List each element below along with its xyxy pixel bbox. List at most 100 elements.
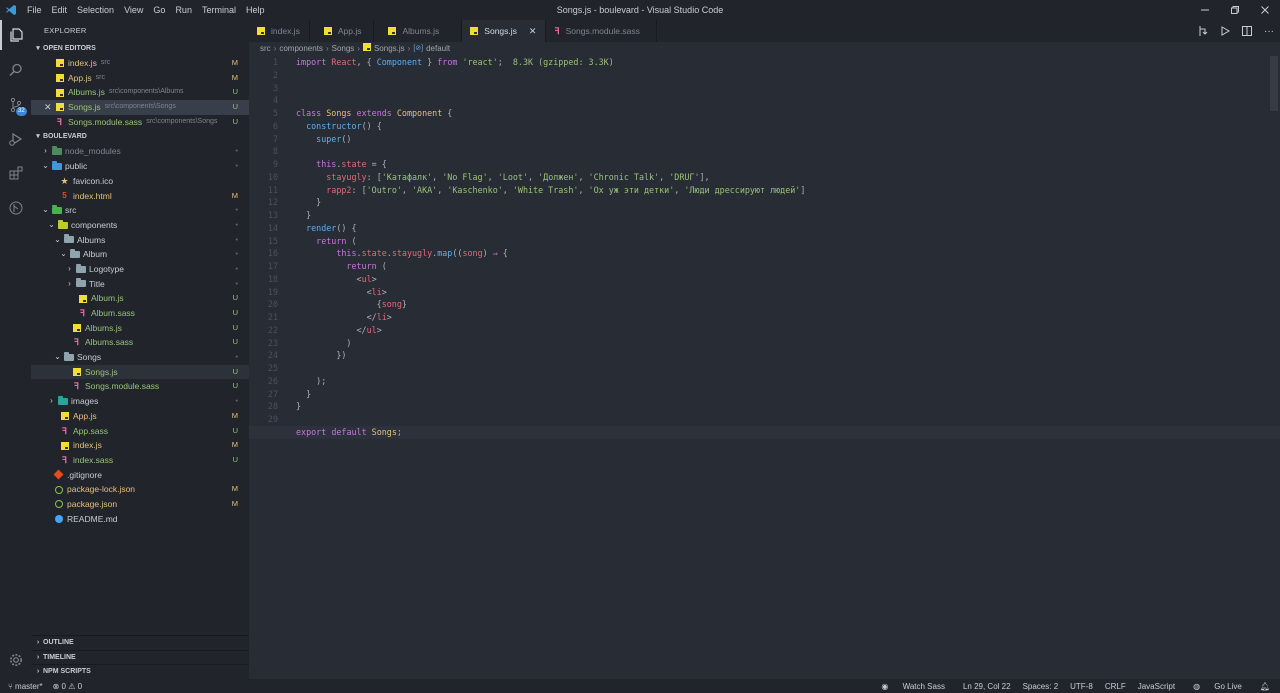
editor-area: index.js App.js Albums.js Songs.js ✕ ꟻ Son… (249, 20, 1280, 679)
code-editor[interactable]: 1 import React, { Component } from 'react… (249, 56, 1280, 439)
minimize-button[interactable] (1190, 0, 1220, 20)
close-window-button[interactable] (1250, 0, 1280, 20)
tab-songs-js[interactable]: Songs.js ✕ (462, 20, 547, 42)
breadcrumb-components[interactable]: components (279, 42, 323, 56)
search-icon[interactable] (0, 55, 31, 85)
tree-folder[interactable]: › Logotype • (31, 262, 249, 277)
tree-file-selected[interactable]: Songs.js U (31, 364, 249, 380)
notifications-bell-icon[interactable]: 🔔︎ (1254, 682, 1280, 691)
tree-folder[interactable]: ⌄ components • (31, 218, 249, 233)
close-icon[interactable]: ✕ (44, 100, 53, 115)
breadcrumb-src[interactable]: src (260, 42, 271, 56)
code-line: return ( (316, 235, 357, 246)
line-number: 16 (267, 248, 278, 259)
run-icon[interactable] (1214, 25, 1236, 37)
tree-folder[interactable]: › Title • (31, 277, 249, 292)
folder-icon (62, 351, 75, 362)
menu-run[interactable]: Run (170, 0, 197, 20)
code-line: {song} (296, 299, 407, 310)
folder-icon (50, 160, 63, 171)
tree-folder[interactable]: ⌄ Songs • (31, 350, 249, 365)
run-debug-icon[interactable] (0, 124, 31, 154)
outline-header[interactable]: › OUTLINE (31, 635, 249, 650)
tree-folder[interactable]: › images • (31, 394, 249, 409)
js-icon (70, 367, 83, 377)
chevron-down-icon: ⌄ (54, 352, 61, 362)
tree-folder[interactable]: ⌄ public • (31, 159, 249, 174)
problems-indicator[interactable]: ⊗ 0 ⚠ 0 (53, 682, 82, 691)
source-control-icon[interactable]: 32 (0, 90, 31, 120)
line-number: 21 (267, 312, 278, 322)
go-live-button[interactable]: ◍ Go Live (1181, 682, 1254, 691)
menu-selection[interactable]: Selection (72, 0, 119, 20)
more-actions-icon[interactable]: ··· (1258, 26, 1280, 37)
language-mode[interactable]: JavaScript (1132, 682, 1181, 691)
extensions-icon[interactable] (0, 158, 31, 188)
git-graph-icon[interactable] (0, 193, 31, 223)
scrollbar-thumb[interactable] (1270, 56, 1278, 111)
tree-file[interactable]: index.js M (31, 438, 249, 453)
tree-file[interactable]: ꟻ Album.sass U (31, 306, 249, 321)
open-editor-item[interactable]: index.js src M (31, 56, 249, 71)
explorer-icon[interactable] (0, 20, 31, 50)
tree-file[interactable]: 5 index.html M (31, 189, 249, 204)
tab-index-js[interactable]: index.js (249, 20, 310, 42)
tree-file[interactable]: ★ favicon.ico (31, 174, 249, 189)
menu-terminal[interactable]: Terminal (197, 0, 241, 20)
string-literal: 'No Flag' (442, 171, 488, 182)
open-editor-item-active[interactable]: ✕ Songs.js src\components\Songs U (31, 100, 249, 115)
tree-file[interactable]: Album.js U (31, 291, 249, 306)
tree-file[interactable]: package.json M (31, 497, 249, 512)
line-number: 11 (267, 184, 278, 195)
tree-folder[interactable]: ⌄ Album • (31, 247, 249, 262)
tree-folder[interactable]: ⌄ src • (31, 203, 249, 218)
branch-indicator[interactable]: ⑂ master* (8, 682, 43, 691)
menu-view[interactable]: View (119, 0, 148, 20)
menu-help[interactable]: Help (241, 0, 270, 20)
open-editor-item[interactable]: Albums.js src\components\Albums U (31, 85, 249, 100)
tree-file[interactable]: README.md (31, 512, 249, 527)
tab-app-js[interactable]: App.js (309, 20, 375, 42)
encoding[interactable]: UTF-8 (1064, 682, 1099, 691)
line-ending[interactable]: CRLF (1099, 682, 1132, 691)
watch-sass-button[interactable]: ◉ Watch Sass (869, 682, 957, 691)
tree-file[interactable]: ꟻ index.sass U (31, 453, 249, 468)
js-icon (58, 411, 71, 421)
indentation[interactable]: Spaces: 2 (1017, 682, 1065, 691)
breadcrumb-file[interactable]: Songs.js (374, 42, 405, 56)
menu-edit[interactable]: Edit (47, 0, 73, 20)
project-header[interactable]: ▾ BOULEVARD (31, 130, 249, 144)
tree-file[interactable]: ꟻ Albums.sass U (31, 335, 249, 350)
tree-file[interactable]: ꟻ Songs.module.sass U (31, 379, 249, 394)
tree-file[interactable]: ꟻ App.sass U (31, 424, 249, 439)
close-tab-icon[interactable]: ✕ (529, 26, 537, 37)
settings-gear-icon[interactable] (0, 645, 31, 675)
timeline-header[interactable]: › TIMELINE (31, 649, 249, 665)
tree-file[interactable]: .gitignore (31, 468, 249, 483)
open-editor-item[interactable]: App.js src M (31, 71, 249, 86)
breadcrumb-symbol[interactable]: default (426, 42, 450, 56)
cursor-position[interactable]: Ln 29, Col 22 (957, 682, 1017, 691)
split-editor-icon[interactable] (1236, 25, 1258, 37)
current-line: export default Songs; (249, 425, 1280, 439)
restore-button[interactable] (1220, 0, 1250, 20)
line-number: 7 (272, 133, 278, 144)
open-changes-icon[interactable] (1192, 25, 1214, 37)
npm-scripts-header[interactable]: › NPM SCRIPTS (31, 664, 249, 679)
tab-songs-module-sass[interactable]: ꟻ Songs.module.sass (546, 20, 657, 42)
tree-file[interactable]: Albums.js U (31, 321, 249, 336)
tab-albums-js[interactable]: Albums.js (374, 20, 463, 42)
tree-folder[interactable]: › node_modules • (31, 144, 249, 159)
scm-badge: 32 (16, 107, 27, 116)
breadcrumb-songs[interactable]: Songs (332, 42, 355, 56)
menu-file[interactable]: File (22, 0, 47, 20)
tree-file[interactable]: App.js M (31, 409, 249, 424)
menu-go[interactable]: Go (148, 0, 170, 20)
tree-folder[interactable]: ⌄ Albums • (31, 233, 249, 248)
bottom-panels: › OUTLINE › TIMELINE › NPM SCRIPTS (31, 635, 249, 679)
open-editor-item[interactable]: ꟻ Songs.module.sass src\components\Songs U (31, 115, 249, 130)
open-editors-header[interactable]: ▾ OPEN EDITORS (31, 42, 249, 56)
line-number: 15 (267, 235, 278, 246)
tree-file[interactable]: package-lock.json M (31, 482, 249, 497)
line-number: 24 (267, 350, 278, 361)
